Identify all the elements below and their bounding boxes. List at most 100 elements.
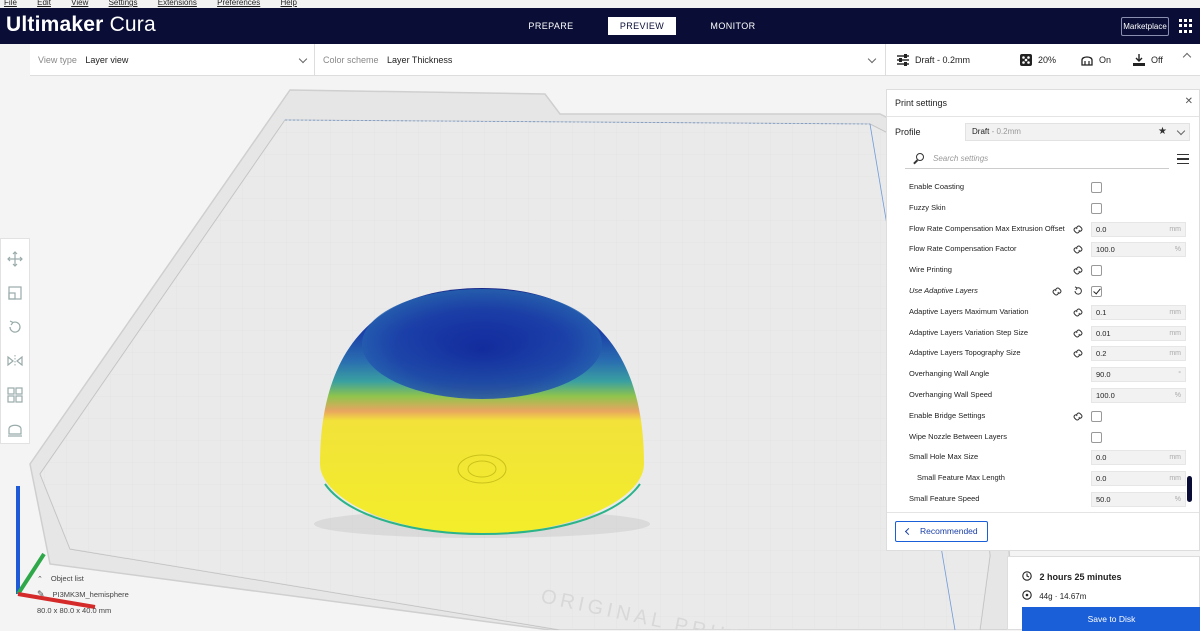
- infill-summary[interactable]: 20%: [1019, 44, 1056, 76]
- rotate-icon[interactable]: [7, 319, 23, 335]
- search-icon: [916, 153, 924, 161]
- recommended-button[interactable]: Recommended: [895, 521, 988, 542]
- support-icon: [1081, 56, 1093, 66]
- support-blocker-icon[interactable]: [7, 421, 23, 437]
- star-icon[interactable]: ★: [1158, 124, 1167, 140]
- color-scheme-select[interactable]: Color scheme Layer Thickness: [323, 44, 452, 76]
- close-icon[interactable]: ✕: [1185, 96, 1193, 107]
- setting-row: Small Hole Max Size 0.0 mm: [887, 447, 1187, 468]
- fuzzy-skin-checkbox[interactable]: [1091, 202, 1102, 214]
- wipe-nozzle-checkbox[interactable]: [1091, 431, 1102, 443]
- view-type-label: View type: [38, 55, 77, 65]
- tab-monitor[interactable]: MONITOR: [688, 17, 778, 35]
- view-type-select[interactable]: View type Layer view: [38, 44, 128, 76]
- setting-row: Adaptive Layers Topography Size 0.2 mm: [887, 343, 1187, 364]
- search-input[interactable]: Search settings: [905, 149, 1169, 169]
- link-icon[interactable]: [1073, 412, 1083, 421]
- adaptive-max-variation-field[interactable]: 0.1 mm: [1091, 304, 1186, 320]
- support-summary[interactable]: On: [1080, 44, 1111, 76]
- flow-rate-max-offset-field[interactable]: 0.0 mm: [1091, 221, 1186, 237]
- field-value: 0.01: [1096, 328, 1111, 338]
- menu-settings[interactable]: Settings: [109, 0, 138, 7]
- overhanging-wall-angle-field[interactable]: 90.0 °: [1091, 367, 1186, 383]
- setting-name: Overhanging Wall Speed: [909, 389, 993, 399]
- setting-row: Wire Printing: [887, 260, 1187, 281]
- link-icon[interactable]: [1052, 287, 1062, 296]
- menu-preferences[interactable]: Preferences: [217, 0, 260, 7]
- adhesion-icon: [1133, 54, 1145, 66]
- link-icon[interactable]: [1073, 349, 1083, 358]
- menu-view[interactable]: View: [71, 0, 88, 7]
- object-dimensions: 80.0 x 80.0 x 40.0 mm: [37, 606, 112, 615]
- print-time-row[interactable]: 2 hours 25 minutes: [1022, 571, 1122, 582]
- settings-scrollbar[interactable]: [1187, 476, 1192, 502]
- menu-extensions[interactable]: Extensions: [158, 0, 197, 7]
- link-icon[interactable]: [1073, 329, 1083, 338]
- small-feature-max-length-field[interactable]: 0.0 mm: [1091, 471, 1186, 487]
- profile-select[interactable]: Draft - 0.2mm ★: [965, 123, 1190, 141]
- adaptive-step-size-field[interactable]: 0.01 mm: [1091, 325, 1186, 341]
- profile-label: Profile: [895, 127, 921, 137]
- flow-rate-factor-field[interactable]: 100.0%: [1091, 242, 1186, 258]
- small-hole-max-size-field[interactable]: 0.0 mm: [1091, 450, 1186, 466]
- clock-icon: [1022, 571, 1032, 581]
- settings-visibility-menu-icon[interactable]: [1177, 154, 1189, 164]
- link-icon[interactable]: [1073, 245, 1083, 254]
- profile-value: Draft: [972, 127, 990, 136]
- menu-help[interactable]: Help: [280, 0, 296, 7]
- save-to-disk-button[interactable]: Save to Disk: [1022, 607, 1200, 631]
- logo-product: Cura: [109, 13, 156, 36]
- wire-printing-checkbox[interactable]: [1091, 265, 1102, 277]
- recommended-label: Recommended: [920, 526, 978, 536]
- reset-icon[interactable]: [1073, 286, 1083, 296]
- menu-file[interactable]: File: [4, 0, 17, 7]
- setting-row: Enable Bridge Settings: [887, 406, 1187, 427]
- link-icon[interactable]: [1073, 225, 1083, 234]
- per-model-settings-icon[interactable]: [7, 387, 23, 403]
- apps-grid-icon[interactable]: [1179, 19, 1193, 33]
- marketplace-button[interactable]: Marketplace: [1121, 17, 1169, 36]
- field-unit: mm: [1169, 454, 1181, 462]
- setting-name: Adaptive Layers Maximum Variation: [909, 306, 1029, 316]
- divider: [887, 512, 1199, 513]
- chevron-down-icon[interactable]: [867, 54, 877, 64]
- print-info-panel: 2 hours 25 minutes 44g · 14.67m Save to …: [1007, 556, 1200, 631]
- move-icon[interactable]: [7, 251, 23, 267]
- infill-label: 20%: [1038, 55, 1057, 65]
- chevron-up-icon: ⌃: [37, 575, 43, 583]
- use-adaptive-layers-checkbox[interactable]: [1091, 285, 1102, 297]
- link-icon[interactable]: [1073, 266, 1083, 275]
- tab-prepare[interactable]: PREPARE: [506, 17, 596, 35]
- color-scheme-value: Layer Thickness: [387, 55, 453, 65]
- panel-title: Print settings: [895, 98, 948, 108]
- profile-summary[interactable]: Draft - 0.2mm: [896, 44, 970, 76]
- chevron-down-icon[interactable]: [298, 54, 308, 64]
- menu-bar: File Edit View Settings Extensions Prefe…: [0, 0, 1200, 8]
- small-feature-speed-field[interactable]: 50.0%: [1091, 491, 1186, 507]
- enable-coasting-checkbox[interactable]: [1091, 182, 1102, 193]
- mirror-icon[interactable]: [7, 353, 23, 369]
- object-list-toggle[interactable]: ⌃ Object list: [37, 574, 129, 583]
- enable-bridge-settings-checkbox[interactable]: [1091, 410, 1102, 422]
- adaptive-topography-field[interactable]: 0.2 mm: [1091, 346, 1186, 362]
- tab-preview[interactable]: PREVIEW: [608, 17, 676, 35]
- setting-name: Adaptive Layers Topography Size: [909, 348, 1021, 358]
- menu-edit[interactable]: Edit: [37, 0, 51, 7]
- setting-row: Small Feature Speed 50.0%: [887, 489, 1187, 510]
- field-value: 50.0: [1096, 494, 1111, 504]
- object-name-row[interactable]: ✎ PI3MK3M_hemisphere: [37, 589, 129, 600]
- field-unit: %: [1174, 246, 1181, 254]
- chevron-down-icon[interactable]: [1176, 126, 1186, 136]
- object-info: ⌃ Object list ✎ PI3MK3M_hemisphere 80.0 …: [37, 574, 129, 621]
- view-type-value: Layer view: [85, 55, 129, 65]
- setting-row: Fuzzy Skin: [887, 198, 1187, 219]
- link-icon[interactable]: [1073, 308, 1083, 317]
- field-unit: mm: [1169, 308, 1181, 316]
- overhanging-wall-speed-field[interactable]: 100.0%: [1091, 387, 1186, 403]
- app-header: Ultimaker Cura PREPARE PREVIEW MONITOR M…: [0, 8, 1200, 44]
- chevron-up-icon[interactable]: [1182, 52, 1192, 62]
- material-row[interactable]: 44g · 14.67m: [1022, 590, 1086, 601]
- scale-icon[interactable]: [7, 285, 23, 301]
- print-setup-bar[interactable]: Draft - 0.2mm 20% On Off: [885, 44, 1200, 76]
- adhesion-summary[interactable]: Off: [1132, 44, 1163, 76]
